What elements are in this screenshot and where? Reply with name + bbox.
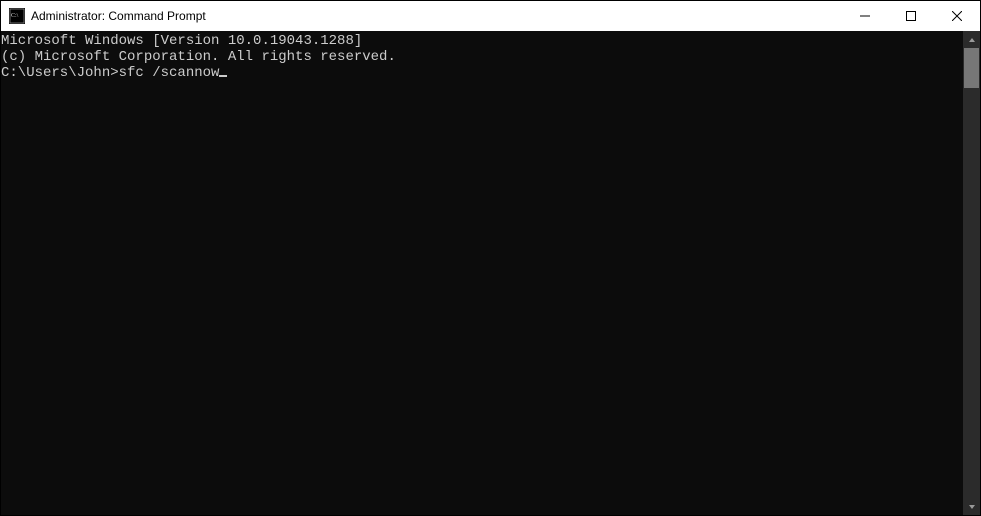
scroll-up-arrow-icon[interactable] <box>963 31 980 48</box>
scroll-down-arrow-icon[interactable] <box>963 498 980 515</box>
title-bar[interactable]: C:\ Administrator: Command Prompt <box>1 1 980 31</box>
scroll-thumb[interactable] <box>964 48 979 88</box>
client-area: Microsoft Windows [Version 10.0.19043.12… <box>1 31 980 515</box>
command-input[interactable]: sfc /scannow <box>119 65 220 81</box>
vertical-scrollbar[interactable] <box>963 31 980 515</box>
maximize-button[interactable] <box>888 1 934 31</box>
prompt: C:\Users\John> <box>1 65 119 81</box>
command-prompt-window: C:\ Administrator: Command Prompt Micros… <box>0 0 981 516</box>
svg-text:C:\: C:\ <box>11 13 19 19</box>
output-line: Microsoft Windows [Version 10.0.19043.12… <box>1 33 963 49</box>
window-controls <box>842 1 980 31</box>
cmd-icon: C:\ <box>9 8 25 24</box>
terminal-output[interactable]: Microsoft Windows [Version 10.0.19043.12… <box>1 31 963 515</box>
output-line: (c) Microsoft Corporation. All rights re… <box>1 49 963 65</box>
minimize-button[interactable] <box>842 1 888 31</box>
prompt-line: C:\Users\John>sfc /scannow <box>1 65 963 81</box>
close-button[interactable] <box>934 1 980 31</box>
window-title: Administrator: Command Prompt <box>31 9 206 23</box>
text-cursor <box>219 75 227 77</box>
